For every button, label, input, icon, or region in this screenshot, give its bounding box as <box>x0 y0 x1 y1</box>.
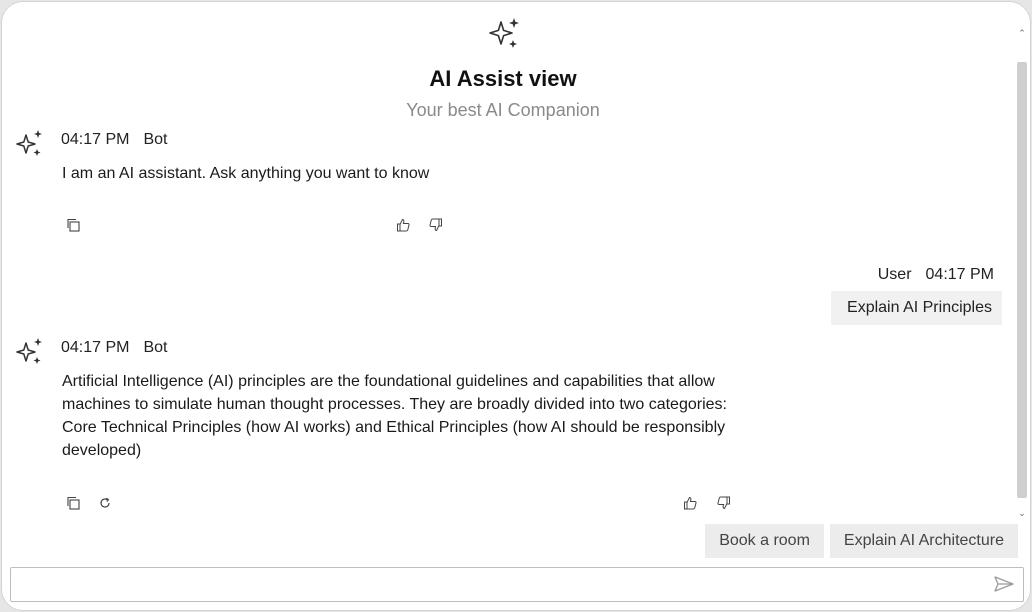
suggestion-explain-ai-architecture[interactable]: Explain AI Architecture <box>829 524 1018 558</box>
bot-avatar-sparkle-icon <box>16 338 42 364</box>
prompt-input-container <box>10 567 1024 602</box>
regenerate-icon[interactable] <box>95 493 115 513</box>
prompt-input[interactable] <box>19 572 973 598</box>
ai-assist-panel: AI Assist view Your best AI Companion 04… <box>1 1 1031 611</box>
message-author: User <box>877 266 912 283</box>
bot-avatar-sparkle-icon <box>16 130 42 156</box>
message-meta: 04:17 PM Bot <box>61 339 168 357</box>
message-time: 04:17 PM <box>61 339 130 356</box>
bot-message-text: I am an AI assistant. Ask anything you w… <box>62 165 430 182</box>
copy-icon[interactable] <box>63 215 83 235</box>
bot-message-text: Artificial Intelligence (AI) principles … <box>62 373 727 459</box>
suggestion-list: Book a room Explain AI Architecture <box>705 524 1018 558</box>
user-message-meta: User 04:17 PM <box>878 266 994 284</box>
copy-icon[interactable] <box>63 493 83 513</box>
send-icon[interactable] <box>991 572 1017 596</box>
page-subtitle: Your best AI Companion <box>406 100 600 120</box>
scroll-up-arrow-icon[interactable]: ⌃ <box>1016 26 1028 40</box>
thumbs-up-icon[interactable] <box>393 215 413 235</box>
message-time: 04:17 PM <box>61 131 130 148</box>
message-time: 04:17 PM <box>925 266 994 283</box>
page-title: AI Assist view <box>429 66 577 91</box>
thumbs-down-icon[interactable] <box>426 215 446 235</box>
message-meta: 04:17 PM Bot <box>61 131 168 149</box>
sparkle-header-icon <box>489 18 519 48</box>
vertical-scrollbar[interactable]: ⌃ ⌄ <box>1014 22 1030 522</box>
thumbs-up-icon[interactable] <box>680 493 700 513</box>
message-author: Bot <box>143 339 168 356</box>
thumbs-down-icon[interactable] <box>714 493 734 513</box>
scroll-down-arrow-icon[interactable]: ⌄ <box>1016 506 1028 520</box>
message-author: Bot <box>143 131 168 148</box>
user-message-bubble: Explain AI Principles <box>831 291 1002 325</box>
scroll-thumb[interactable] <box>1017 62 1027 498</box>
suggestion-book-a-room[interactable]: Book a room <box>705 524 824 558</box>
